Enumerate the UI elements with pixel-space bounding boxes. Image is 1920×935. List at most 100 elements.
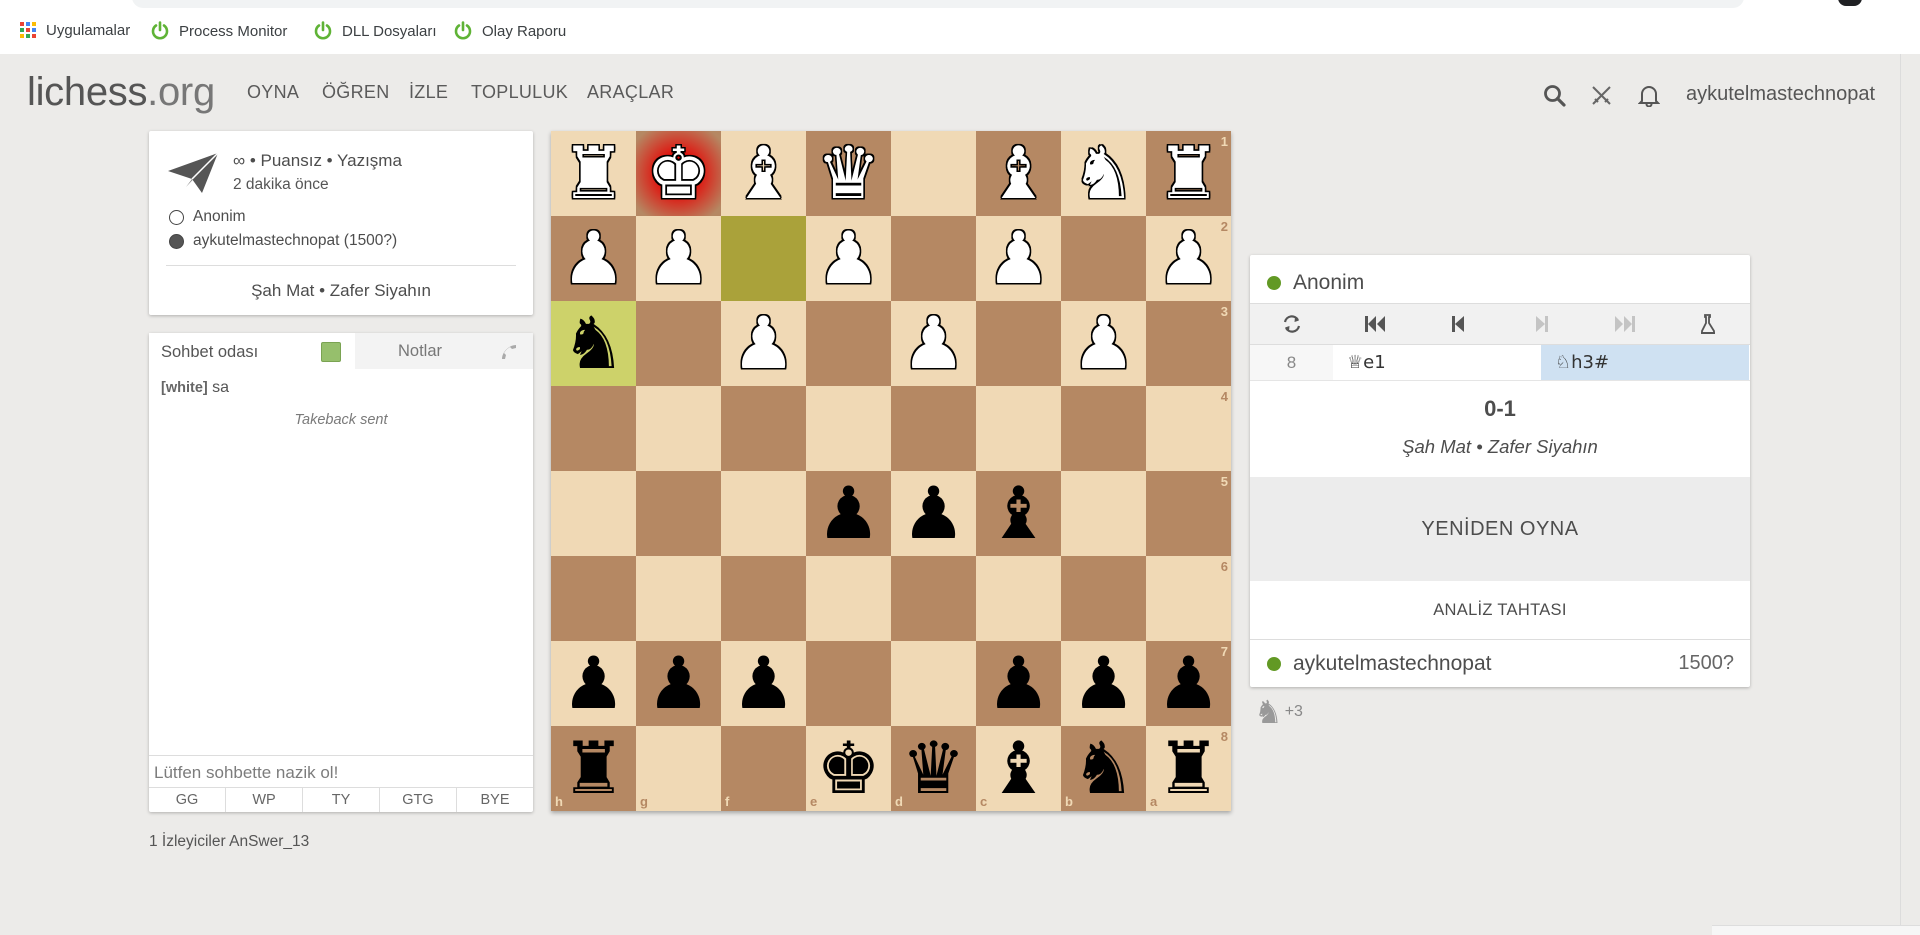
tab-notes[interactable]: Notlar xyxy=(355,333,485,369)
square-d4[interactable] xyxy=(891,386,976,471)
white-pawn-piece[interactable]: ♟ xyxy=(636,216,721,301)
nav-learn[interactable]: ÖĞREN xyxy=(322,82,390,103)
square-e5[interactable]: ♟ xyxy=(806,471,891,556)
square-b2[interactable] xyxy=(1061,216,1146,301)
preset-gtg[interactable]: GTG xyxy=(380,788,457,812)
square-b7[interactable]: ♟ xyxy=(1061,641,1146,726)
bookmark-process-monitor[interactable]: Process Monitor xyxy=(150,21,287,41)
preset-ty[interactable]: TY xyxy=(303,788,380,812)
square-b5[interactable] xyxy=(1061,471,1146,556)
preset-wp[interactable]: WP xyxy=(226,788,303,812)
analysis-board-button[interactable]: ANALİZ TAHTASI xyxy=(1250,583,1750,637)
chat-input[interactable]: Lütfen sohbette nazik ol! xyxy=(149,755,533,787)
black-knight-piece[interactable]: ♞ xyxy=(1061,726,1146,811)
bottom-player[interactable]: aykutelmastechnopat 1500? xyxy=(1250,639,1750,687)
square-a4[interactable]: 4 xyxy=(1146,386,1231,471)
user-menu[interactable]: aykutelmastechnopat xyxy=(1686,83,1875,106)
nav-watch[interactable]: İZLE xyxy=(409,82,448,103)
rematch-button[interactable]: YENİDEN OYNA xyxy=(1250,477,1750,581)
black-rook-piece[interactable]: ♜ xyxy=(1146,726,1231,811)
preset-bye[interactable]: BYE xyxy=(457,788,533,812)
square-e6[interactable] xyxy=(806,556,891,641)
square-h7[interactable]: ♟ xyxy=(551,641,636,726)
phone-icon[interactable] xyxy=(499,342,519,362)
white-knight-piece[interactable]: ♞ xyxy=(1061,131,1146,216)
black-king-piece[interactable]: ♚ xyxy=(806,726,891,811)
white-king-piece[interactable]: ♚ xyxy=(636,131,721,216)
black-bishop-piece[interactable]: ♝ xyxy=(976,471,1061,556)
white-pawn-piece[interactable]: ♟ xyxy=(891,301,976,386)
square-b6[interactable] xyxy=(1061,556,1146,641)
move-black-active[interactable]: ♘h3# xyxy=(1541,345,1749,380)
nav-community[interactable]: TOPLULUK xyxy=(471,82,568,103)
black-pawn-piece[interactable]: ♟ xyxy=(1146,641,1231,726)
first-move-button[interactable] xyxy=(1333,304,1416,344)
square-h3[interactable]: ♞ xyxy=(551,301,636,386)
square-d6[interactable] xyxy=(891,556,976,641)
address-bar[interactable] xyxy=(132,0,1744,8)
square-a7[interactable]: ♟ 7 xyxy=(1146,641,1231,726)
swords-icon[interactable] xyxy=(1590,84,1613,107)
nav-play[interactable]: OYNA xyxy=(247,82,299,103)
square-f5[interactable] xyxy=(721,471,806,556)
square-c7[interactable]: ♟ xyxy=(976,641,1061,726)
black-pawn-piece[interactable]: ♟ xyxy=(636,641,721,726)
black-pawn-piece[interactable]: ♟ xyxy=(806,471,891,556)
square-e1[interactable]: ♛ xyxy=(806,131,891,216)
square-c8[interactable]: ♝ c xyxy=(976,726,1061,811)
black-pawn-piece[interactable]: ♟ xyxy=(1061,641,1146,726)
square-c3[interactable] xyxy=(976,301,1061,386)
meta-player-white[interactable]: Anonim xyxy=(169,208,246,226)
square-e7[interactable] xyxy=(806,641,891,726)
square-g1[interactable]: ♚ xyxy=(636,131,721,216)
square-h4[interactable] xyxy=(551,386,636,471)
square-a5[interactable]: 5 xyxy=(1146,471,1231,556)
square-a8[interactable]: ♜ 8 a xyxy=(1146,726,1231,811)
square-b8[interactable]: ♞ b xyxy=(1061,726,1146,811)
white-queen-piece[interactable]: ♛ xyxy=(806,131,891,216)
page-scrollbar[interactable] xyxy=(1900,54,1920,935)
square-g7[interactable]: ♟ xyxy=(636,641,721,726)
square-b1[interactable]: ♞ xyxy=(1061,131,1146,216)
bookmark-dll-files[interactable]: DLL Dosyaları xyxy=(313,21,436,41)
square-h1[interactable]: ♜ xyxy=(551,131,636,216)
profile-avatar[interactable] xyxy=(1838,0,1862,6)
square-a6[interactable]: 6 xyxy=(1146,556,1231,641)
white-pawn-piece[interactable]: ♟ xyxy=(551,216,636,301)
black-knight-piece[interactable]: ♞ xyxy=(551,301,636,386)
nav-tools[interactable]: ARAÇLAR xyxy=(587,82,674,103)
square-d7[interactable] xyxy=(891,641,976,726)
square-e8[interactable]: ♚ e xyxy=(806,726,891,811)
meta-player-black[interactable]: aykutelmastechnopat (1500?) xyxy=(169,232,397,250)
square-g3[interactable] xyxy=(636,301,721,386)
square-d2[interactable] xyxy=(891,216,976,301)
square-e4[interactable] xyxy=(806,386,891,471)
square-a3[interactable]: 3 xyxy=(1146,301,1231,386)
square-h2[interactable]: ♟ xyxy=(551,216,636,301)
square-f4[interactable] xyxy=(721,386,806,471)
square-c6[interactable] xyxy=(976,556,1061,641)
black-pawn-piece[interactable]: ♟ xyxy=(976,641,1061,726)
square-g4[interactable] xyxy=(636,386,721,471)
white-pawn-piece[interactable]: ♟ xyxy=(976,216,1061,301)
square-g8[interactable]: g xyxy=(636,726,721,811)
chess-board[interactable]: ♜ ♚ ♝ ♛ ♝ ♞ ♜ 1 ♟ ♟ ♟ ♟ ♟ 2 ♞ ♟ ♟ ♟ 3 4 ♟ ♟ ♝ 5 6 ♟ ♟ ♟ ♟ ♟ ♟ 7 ♜ h g f ♚ e ♛ d… xyxy=(551,131,1231,811)
white-bishop-piece[interactable]: ♝ xyxy=(976,131,1061,216)
black-queen-piece[interactable]: ♛ xyxy=(891,726,976,811)
bookmark-event-report[interactable]: Olay Raporu xyxy=(453,21,566,41)
search-icon[interactable] xyxy=(1543,84,1566,107)
white-pawn-piece[interactable]: ♟ xyxy=(1146,216,1231,301)
square-f1[interactable]: ♝ xyxy=(721,131,806,216)
square-h8[interactable]: ♜ h xyxy=(551,726,636,811)
square-f6[interactable] xyxy=(721,556,806,641)
analysis-button[interactable] xyxy=(1667,304,1750,344)
square-f8[interactable]: f xyxy=(721,726,806,811)
white-rook-piece[interactable]: ♜ xyxy=(1146,131,1231,216)
top-player[interactable]: Anonim xyxy=(1250,259,1750,307)
white-pawn-piece[interactable]: ♟ xyxy=(1061,301,1146,386)
bookmark-apps[interactable]: Uygulamalar xyxy=(19,21,130,39)
black-pawn-piece[interactable]: ♟ xyxy=(891,471,976,556)
black-rook-piece[interactable]: ♜ xyxy=(551,726,636,811)
square-g6[interactable] xyxy=(636,556,721,641)
white-pawn-piece[interactable]: ♟ xyxy=(721,301,806,386)
